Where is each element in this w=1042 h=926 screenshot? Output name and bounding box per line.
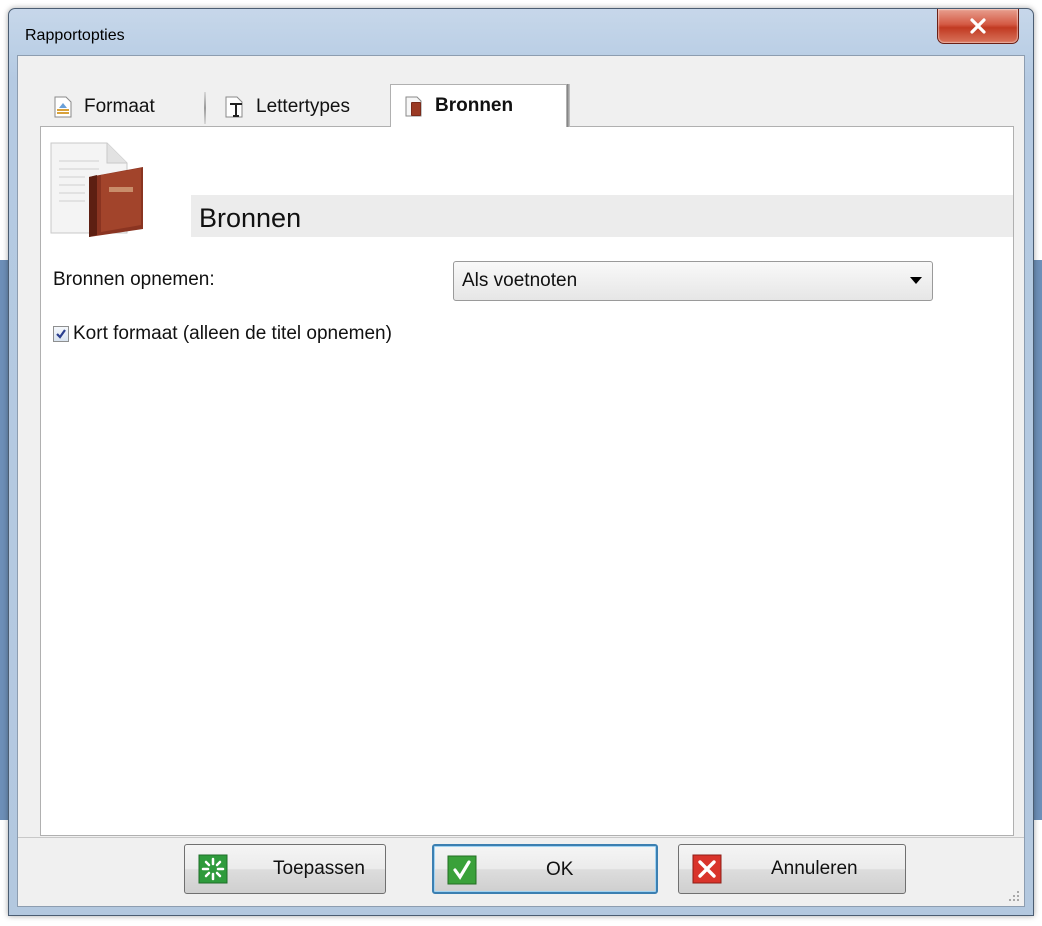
format-icon bbox=[50, 94, 76, 120]
tab-bronnen[interactable]: Bronnen bbox=[390, 84, 567, 127]
tab-label: Formaat bbox=[84, 96, 155, 117]
report-options-dialog: Rapportopties Formaat Lettertypes Bronne… bbox=[8, 8, 1034, 916]
panel-header: Bronnen bbox=[191, 195, 1013, 237]
apply-button[interactable]: Toepassen bbox=[184, 844, 386, 894]
tab-formaat[interactable]: Formaat bbox=[40, 88, 165, 126]
ok-button-label: OK bbox=[546, 859, 574, 880]
ok-button[interactable]: OK bbox=[432, 844, 658, 894]
sources-dropdown[interactable]: Als voetnoten bbox=[453, 261, 933, 301]
sources-panel: Bronnen Bronnen opnemen: Als voetnoten K… bbox=[40, 126, 1014, 836]
close-icon bbox=[970, 18, 986, 34]
font-icon bbox=[222, 94, 248, 120]
tab-label: Bronnen bbox=[435, 95, 514, 116]
sources-label: Bronnen opnemen: bbox=[53, 269, 215, 290]
checkmark-icon bbox=[56, 329, 66, 339]
footer-divider bbox=[18, 837, 1024, 838]
title-bar[interactable]: Rapportopties bbox=[9, 9, 1033, 55]
short-format-label: Kort formaat (alleen de titel opnemen) bbox=[73, 323, 392, 344]
cancel-button[interactable]: Annuleren bbox=[678, 844, 906, 894]
tab-strip: Formaat Lettertypes Bronnen bbox=[40, 84, 640, 127]
chevron-down-icon bbox=[910, 277, 922, 284]
window-title: Rapportopties bbox=[25, 27, 125, 44]
tab-label: Lettertypes bbox=[256, 96, 350, 117]
short-format-option[interactable]: Kort formaat (alleen de titel opnemen) bbox=[53, 323, 392, 345]
cancel-x-icon bbox=[692, 854, 722, 884]
dialog-client-area: Formaat Lettertypes Bronnen Bronnen Bron… bbox=[17, 55, 1025, 907]
apply-icon bbox=[198, 854, 228, 884]
sources-book-icon bbox=[50, 142, 143, 237]
tab-edge bbox=[567, 84, 570, 127]
apply-button-label: Toepassen bbox=[273, 858, 365, 879]
short-format-checkbox[interactable] bbox=[53, 326, 69, 342]
tab-separator bbox=[204, 92, 206, 124]
tab-lettertypes[interactable]: Lettertypes bbox=[212, 88, 360, 126]
cancel-button-label: Annuleren bbox=[771, 858, 858, 879]
close-button[interactable] bbox=[937, 9, 1019, 44]
check-icon bbox=[447, 855, 477, 885]
sources-dropdown-value: Als voetnoten bbox=[462, 270, 578, 291]
sources-icon bbox=[401, 93, 427, 119]
panel-title: Bronnen bbox=[199, 203, 302, 233]
resize-grip-icon[interactable] bbox=[1008, 890, 1020, 902]
